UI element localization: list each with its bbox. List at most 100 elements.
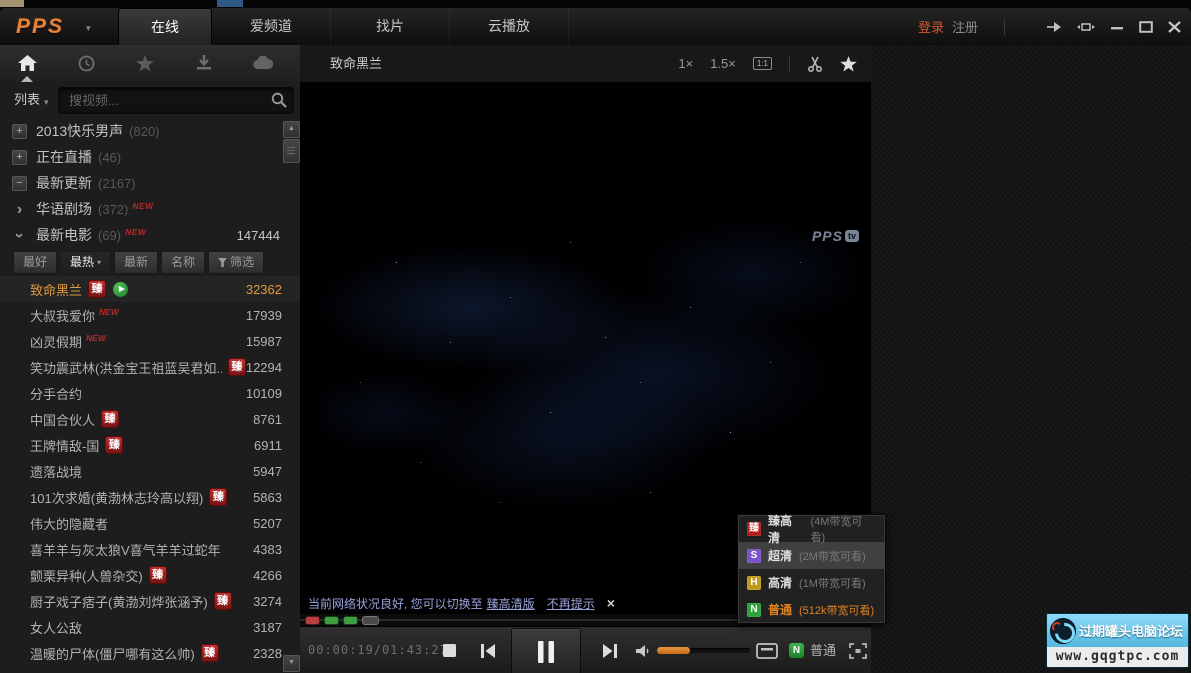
quality-option[interactable]: H 高清 (1M带宽可看) [738,569,885,596]
quality-option[interactable]: N 普通 (512k带宽可看) [738,596,885,623]
favorites-star-icon[interactable] [127,45,163,81]
video-frame-stars [300,82,301,83]
movie-list-item[interactable]: 女人公敌 3187 [0,614,300,640]
movie-list-item[interactable]: 凶灵假期 NEW 15987 [0,328,300,354]
sort-filter-label: 最好 [23,252,47,273]
scrollbar-down-arrow[interactable]: ▼ [283,655,300,672]
sort-filter-button[interactable]: 最热 ▾ [60,251,111,274]
quality-label: 高清 [768,574,792,591]
category-row[interactable]: 最新更新 (2167) [0,170,300,196]
movie-list-item[interactable]: 遗落战境 5947 [0,458,300,484]
pause-button[interactable] [511,628,581,673]
ratio-1-1-button[interactable]: 1:1 [753,57,772,70]
pps-logo[interactable]: PPS [16,15,64,39]
main-tab[interactable]: 爱频道 [212,8,331,45]
desktop-icon-sliver [217,0,243,7]
next-button[interactable] [600,627,620,673]
movie-list-item[interactable]: 王牌情敌-国 臻 6911 [0,432,300,458]
login-link[interactable]: 登录 [918,17,944,36]
logo-menu-caret-icon[interactable]: ▾ [86,23,91,34]
sort-filter-label: 名称 [171,252,195,273]
dismiss-link[interactable]: 不再提示 [547,595,595,612]
register-link[interactable]: 注册 [952,17,978,36]
screen-size-icon[interactable] [755,627,779,673]
category-label: 正在直播 [36,147,92,167]
history-clock-icon[interactable] [68,45,104,81]
expander-icon[interactable] [12,176,27,191]
buffer-marker [324,616,339,625]
quality-option[interactable]: 臻 臻高清 (4M带宽可看) [738,515,885,542]
new-badge: NEW [132,201,153,211]
volume-icon[interactable] [634,627,652,673]
snapshot-scissors-icon[interactable] [807,56,823,72]
movie-list-item[interactable]: 致命黑兰 臻 32362 [0,276,300,302]
sort-filter-button[interactable]: 最新 [114,251,158,274]
maximize-icon[interactable] [1139,21,1153,33]
quality-badge-icon: S [747,549,761,563]
current-quality-badge[interactable]: N [789,643,804,658]
fullscreen-icon[interactable] [847,627,869,673]
main-tab[interactable]: 云播放 [450,8,569,45]
expander-icon[interactable] [12,228,27,243]
quality-bandwidth-note: (2M带宽可看) [799,548,866,564]
movie-list-item[interactable]: 伟大的隐藏者 5207 [0,510,300,536]
movie-list-item[interactable]: 厨子戏子痞子(黄渤刘烨张涵予) 臻 3274 [0,588,300,614]
new-badge: NEW [99,307,119,317]
sort-filter-row: 最好 最热 ▾ 最新 名称 [0,248,300,276]
movie-list-item[interactable]: 中国合伙人 臻 8761 [0,406,300,432]
movie-list-item[interactable]: 笑功震武林(洪金宝王祖蓝吴君如... 臻 12294 [0,354,300,380]
resize-icon[interactable] [1077,21,1095,33]
chevron-down-icon[interactable]: ▾ [44,97,49,108]
main-tab[interactable]: 找片 [331,8,450,45]
category-count: (69) [98,228,121,243]
close-icon[interactable] [1168,21,1181,33]
search-icon[interactable] [271,92,287,108]
player-control-bar: 00:00:19/01:43:27 N 普通 [300,626,871,673]
scrollbar-thumb[interactable] [283,139,300,163]
download-icon[interactable] [186,45,222,81]
expander-icon[interactable] [12,202,27,217]
pin-icon[interactable] [1046,21,1062,33]
video-search-box[interactable] [58,87,294,114]
scrollbar-up-arrow[interactable]: ▲ [283,121,300,138]
movie-list-item[interactable]: 喜羊羊与灰太狼V喜气羊羊过蛇年 4383 [0,536,300,562]
desktop-icon-sliver [0,0,24,7]
category-row[interactable]: 正在直播 (46) [0,144,300,170]
minimize-icon[interactable] [1110,21,1124,33]
cloud-icon[interactable] [245,45,281,81]
play-icon[interactable] [113,282,128,297]
quality-option[interactable]: S 超清 (2M带宽可看) [738,542,885,569]
movie-list-item[interactable]: 温暖的尸体(僵尸哪有这么帅) 臻 2328 [0,640,300,666]
previous-button[interactable] [478,627,498,673]
movie-title: 女人公敌 [30,618,82,637]
volume-slider[interactable] [657,648,750,653]
zhen-quality-badge: 臻 [105,436,123,454]
stop-button[interactable] [440,627,458,673]
sort-filter-button[interactable]: 名称 [161,251,205,274]
movie-list-item[interactable]: 颤栗异种(人兽杂交) 臻 4266 [0,562,300,588]
sort-filter-button[interactable]: 筛选 [208,251,264,274]
network-status-text: 当前网络状况良好, 您可以切换至 [308,595,483,612]
current-quality-label[interactable]: 普通 [810,627,836,673]
expander-icon[interactable] [12,150,27,165]
category-row[interactable]: 最新电影 (69) NEW 147444 [0,222,300,248]
sort-filter-button[interactable]: 最好 [13,251,57,274]
zoom-1x-button[interactable]: 1× [678,56,693,71]
movie-list-item[interactable]: 大叔我爱你 NEW 17939 [0,302,300,328]
category-row[interactable]: 2013快乐男声 (820) [0,118,300,144]
close-message-icon[interactable]: × [607,596,615,610]
expander-icon[interactable] [12,124,27,139]
auth-links: 登录 注册 [918,8,1005,45]
zoom-1-5x-button[interactable]: 1.5× [710,56,736,71]
main-tab-label: 云播放 [488,18,530,34]
movie-list-item[interactable]: 101次求婚(黄渤林志玲高以翔) 臻 5863 [0,484,300,510]
list-dropdown[interactable]: 列表 [14,82,40,118]
movie-list-item[interactable]: 分手合约 10109 [0,380,300,406]
switch-quality-link[interactable]: 臻高清版 [487,595,535,612]
movie-view-count: 15987 [246,334,282,349]
category-row[interactable]: 华语剧场 (372) NEW [0,196,300,222]
main-tab[interactable]: 在线 [118,8,212,45]
movie-view-count: 10109 [246,386,282,401]
search-input[interactable] [67,90,266,111]
favorite-star-icon[interactable] [840,56,857,72]
